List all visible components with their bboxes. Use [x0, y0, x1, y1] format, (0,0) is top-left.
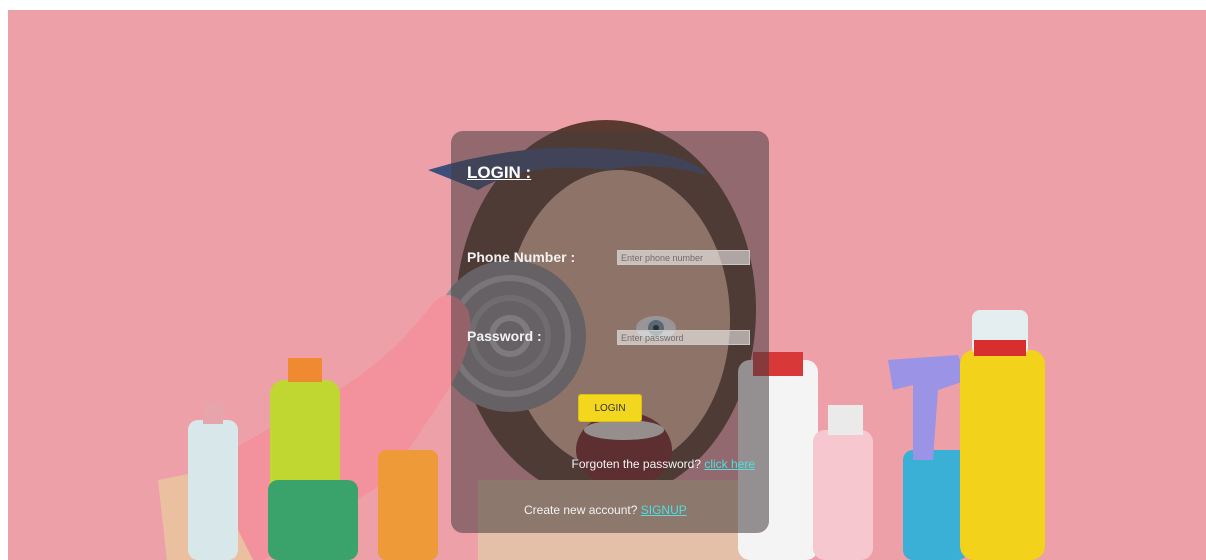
forgot-password-link[interactable]: click here	[704, 457, 755, 471]
login-page-background: LOGIN : Phone Number : Password : LOGIN …	[8, 10, 1206, 560]
forgot-password-text: Forgoten the password?	[571, 457, 701, 471]
signup-link[interactable]: SIGNUP	[641, 503, 687, 517]
login-card: LOGIN : Phone Number : Password : LOGIN …	[451, 131, 769, 533]
password-input[interactable]	[617, 330, 750, 345]
forgot-password-row: Forgoten the password? click here	[572, 457, 755, 471]
create-account-row: Create new account? SIGNUP	[524, 503, 687, 517]
phone-number-input[interactable]	[617, 250, 750, 265]
login-title: LOGIN :	[467, 163, 532, 182]
login-button[interactable]: LOGIN	[578, 394, 642, 422]
password-label: Password :	[467, 328, 542, 344]
create-account-text: Create new account?	[524, 503, 638, 517]
phone-number-label: Phone Number :	[467, 249, 576, 265]
